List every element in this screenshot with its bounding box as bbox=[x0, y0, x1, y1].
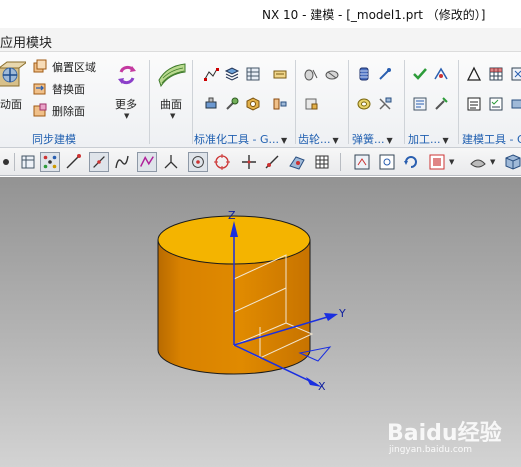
offset-region-icon[interactable] bbox=[32, 58, 48, 74]
machining-check-icon[interactable] bbox=[412, 66, 428, 82]
title-bar: NX 10 - 建模 - [_model1.prt （修改的）] bbox=[0, 0, 521, 28]
more-icon[interactable] bbox=[112, 60, 142, 90]
gear-cylinder-icon[interactable] bbox=[303, 66, 319, 82]
separator bbox=[192, 60, 193, 144]
crosshair-icon[interactable] bbox=[239, 152, 259, 172]
separator bbox=[348, 60, 349, 144]
table-icon[interactable] bbox=[245, 66, 261, 82]
group-spring: 弹簧... ▼ bbox=[352, 133, 393, 146]
group-gear: 齿轮... ▼ bbox=[298, 133, 339, 146]
curve-icon[interactable] bbox=[112, 152, 132, 172]
window-title: NX 10 - 建模 - [_model1.prt （修改的）] bbox=[262, 8, 486, 22]
selection-toolbar: ▼ ▼ bbox=[0, 148, 521, 176]
separator bbox=[340, 153, 341, 171]
menu-bar: 应用模块 bbox=[0, 28, 521, 52]
info-sheet-icon[interactable] bbox=[466, 96, 482, 112]
measure-icon[interactable] bbox=[510, 96, 521, 112]
delete-face-icon[interactable] bbox=[32, 102, 48, 118]
spring-cylinder-icon[interactable] bbox=[356, 66, 372, 82]
center-point-icon[interactable] bbox=[188, 152, 208, 172]
shaded-edges-icon[interactable] bbox=[468, 152, 488, 172]
surface-icon[interactable] bbox=[157, 58, 187, 88]
expression-icon[interactable] bbox=[510, 66, 521, 82]
replace-face-icon[interactable] bbox=[32, 80, 48, 96]
axis-z-label: Z bbox=[228, 209, 236, 222]
render-style-icon[interactable] bbox=[427, 152, 447, 172]
view-orient-icon[interactable] bbox=[352, 152, 372, 172]
spreadsheet-icon[interactable] bbox=[488, 66, 504, 82]
move-face-label[interactable]: 动面 bbox=[0, 96, 22, 112]
move-face-icon[interactable] bbox=[0, 60, 26, 90]
point-set-icon[interactable] bbox=[203, 66, 219, 82]
rotate-icon[interactable] bbox=[401, 152, 421, 172]
render-style-dropdown-icon[interactable]: ▼ bbox=[449, 158, 454, 166]
machining-feature-icon[interactable] bbox=[433, 66, 449, 82]
on-curve-icon[interactable] bbox=[262, 152, 282, 172]
separator bbox=[149, 60, 150, 144]
polyline-icon[interactable] bbox=[137, 152, 157, 172]
watermark-url: jingyan.baidu.com bbox=[389, 445, 473, 455]
ribbon: 动面 偏置区域 替换面 删除面 更多 ▼ 曲面 ▼ 同步建模 标准化工具 - G… bbox=[0, 52, 521, 148]
watermark-brand: Baidu经验 bbox=[387, 421, 502, 446]
quadrant-point-icon[interactable] bbox=[212, 152, 232, 172]
surface-label[interactable]: 曲面 bbox=[160, 96, 182, 112]
zoom-fit-icon[interactable] bbox=[377, 152, 397, 172]
group-spring-dropdown-icon[interactable]: ▼ bbox=[387, 136, 393, 145]
on-face-icon[interactable] bbox=[287, 152, 307, 172]
line-mid-icon[interactable] bbox=[89, 152, 109, 172]
group-modeling-tools: 建模工具 - G bbox=[462, 133, 521, 146]
cube-view-icon[interactable] bbox=[503, 152, 521, 172]
group-standard-tools-dropdown-icon[interactable]: ▼ bbox=[281, 136, 287, 145]
gear-bevel-icon[interactable] bbox=[324, 66, 340, 82]
group-sync-modeling: 同步建模 bbox=[32, 133, 76, 146]
group-machining: 加工... ▼ bbox=[408, 133, 449, 146]
separator bbox=[14, 153, 15, 171]
more-dropdown-icon[interactable]: ▼ bbox=[124, 112, 129, 120]
grid-icon[interactable] bbox=[312, 152, 332, 172]
separator bbox=[458, 60, 459, 144]
group-standard-tools: 标准化工具 - G... ▼ bbox=[194, 133, 288, 146]
triangle-icon[interactable] bbox=[466, 66, 482, 82]
machining-report-icon[interactable] bbox=[412, 96, 428, 112]
delete-face-label[interactable]: 删除面 bbox=[52, 103, 85, 119]
surface-dropdown-icon[interactable]: ▼ bbox=[170, 112, 175, 120]
separator bbox=[295, 60, 296, 144]
checklist-icon[interactable] bbox=[488, 96, 504, 112]
stamp-icon[interactable] bbox=[272, 66, 288, 82]
gear-display-icon[interactable] bbox=[303, 96, 319, 112]
snap-point-icon[interactable] bbox=[40, 152, 60, 172]
nut-icon[interactable] bbox=[245, 96, 261, 112]
spring-design-icon[interactable] bbox=[377, 96, 393, 112]
group-machining-dropdown-icon[interactable]: ▼ bbox=[443, 136, 449, 145]
spring-delete-icon[interactable] bbox=[377, 66, 393, 82]
group-gear-dropdown-icon[interactable]: ▼ bbox=[333, 136, 339, 145]
line-end-icon[interactable] bbox=[63, 152, 83, 172]
shaded-edges-dropdown-icon[interactable]: ▼ bbox=[490, 158, 495, 166]
watermark: Baidu经验 jingyan.baidu.com bbox=[381, 413, 511, 461]
machining-tool-icon[interactable] bbox=[433, 96, 449, 112]
more-label[interactable]: 更多 bbox=[115, 96, 137, 112]
replace-face-label[interactable]: 替换面 bbox=[52, 81, 85, 97]
pin-icon[interactable] bbox=[224, 96, 240, 112]
select-faces-icon[interactable] bbox=[18, 152, 38, 172]
layer-stack-icon[interactable] bbox=[224, 66, 240, 82]
intersection-icon[interactable] bbox=[161, 152, 181, 172]
spring-disk-icon[interactable] bbox=[356, 96, 372, 112]
menu-application-modules[interactable]: 应用模块 bbox=[0, 32, 52, 51]
axis-y-label: Y bbox=[338, 307, 346, 320]
separator bbox=[404, 60, 405, 144]
graphics-viewport[interactable]: Z Y X Baidu经验 jingyan.baidu.com bbox=[0, 177, 521, 467]
axis-x-label: X bbox=[318, 380, 326, 393]
bolt-icon[interactable] bbox=[203, 96, 219, 112]
offset-region-label[interactable]: 偏置区域 bbox=[52, 59, 96, 75]
clamp-icon[interactable] bbox=[272, 96, 288, 112]
